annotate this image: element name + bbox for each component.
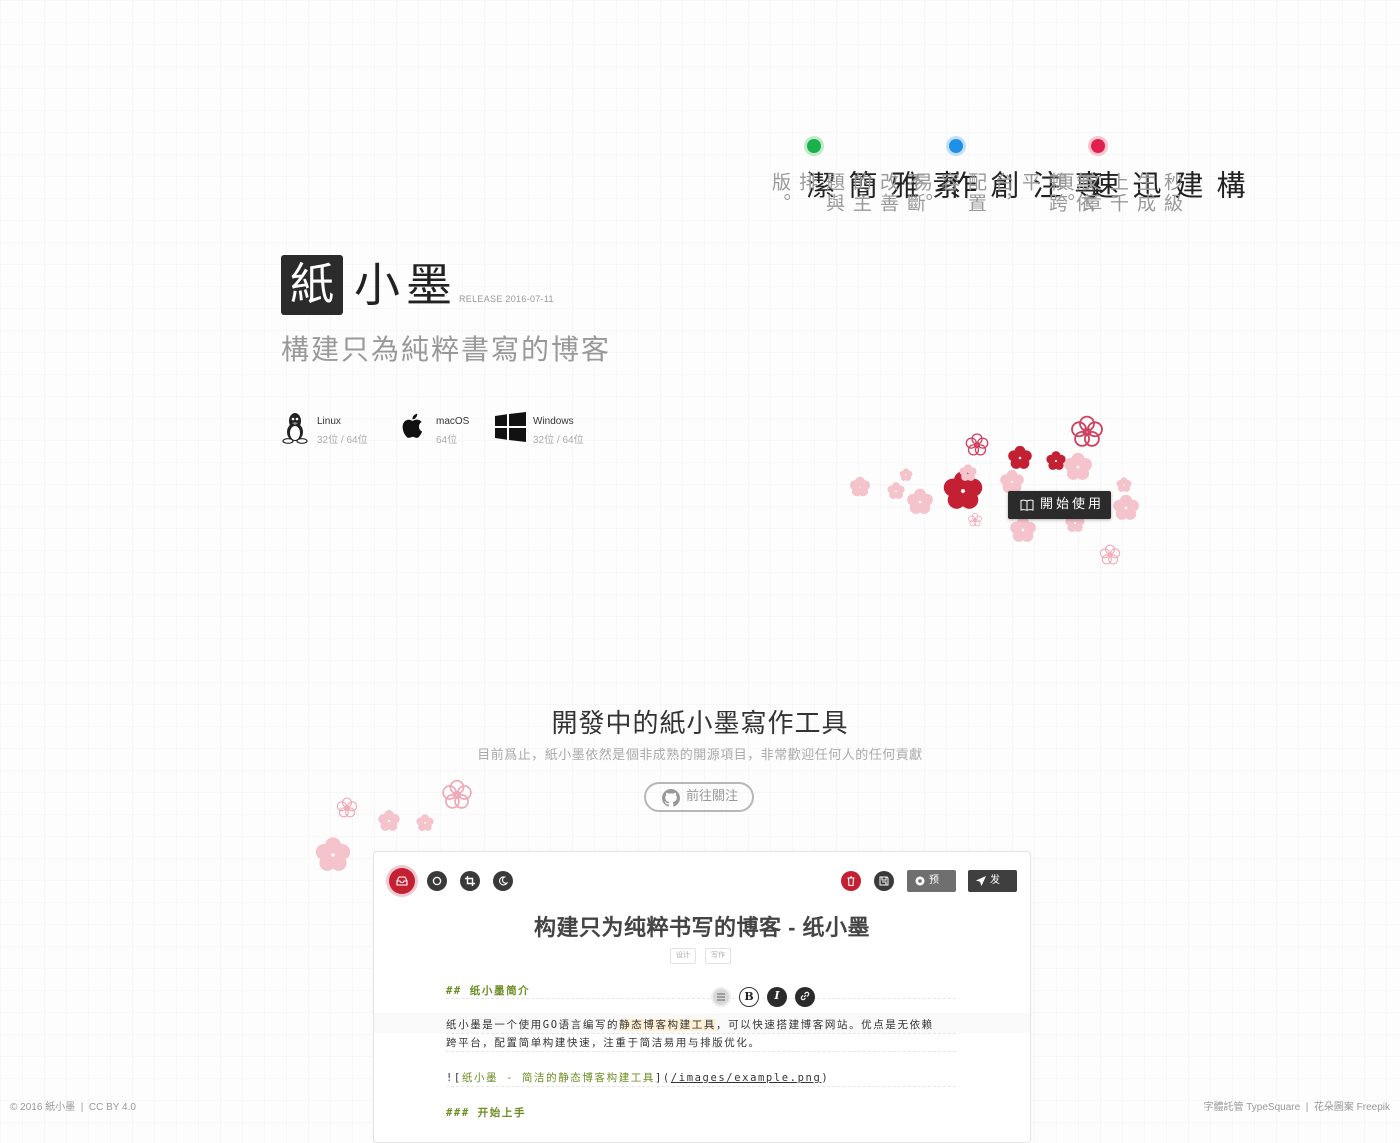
save-icon — [879, 876, 889, 886]
link-icon — [800, 991, 810, 1001]
eye-icon — [915, 876, 925, 886]
feature-desc: 秒級生成上千文章頁。 — [1053, 172, 1183, 214]
publish-button[interactable]: 发布 — [968, 870, 1017, 908]
platform-windows[interactable]: Windows 32位 / 64位 — [495, 408, 597, 448]
circle-icon — [432, 876, 442, 886]
italic-button[interactable]: I — [767, 987, 787, 1007]
line-divider — [446, 1033, 956, 1034]
windows-icon — [495, 412, 526, 442]
start-button[interactable]: 開始使用 — [1008, 491, 1111, 519]
bold-button[interactable]: B — [739, 987, 759, 1007]
follow-button[interactable]: 前往關注 — [644, 782, 754, 812]
circle-button[interactable] — [427, 871, 447, 891]
link-button[interactable] — [795, 987, 815, 1007]
platform-name: Linux — [317, 416, 341, 427]
platform-name: Windows — [533, 416, 574, 427]
footer-copyright: © 2016 紙小墨 | CC BY 4.0 — [10, 1102, 136, 1113]
trash-icon — [847, 876, 855, 886]
platform-bits: 32位 / 64位 — [533, 435, 584, 446]
line-divider — [446, 998, 956, 999]
preview-label: 预览 — [929, 875, 939, 908]
heading-icon — [717, 993, 725, 1001]
moon-icon — [499, 876, 508, 886]
start-button-label: 開始使用 — [1040, 497, 1105, 512]
line-divider — [446, 1051, 956, 1052]
markdown-paragraph-line: 纸小墨是一个使用GO语言编写的静态博客构建工具，可以快速搭建博客网站。优点是无依… — [446, 1019, 934, 1031]
apple-icon — [402, 413, 423, 438]
crop-button[interactable] — [460, 871, 480, 891]
brand-name: 小墨 — [354, 258, 458, 312]
footer-credits: 字體託管 TypeSquare | 花朵圖案 Freepik — [1203, 1102, 1390, 1113]
markdown-image-line: ![纸小墨 - 简洁的静态博客构建工具](/images/example.png… — [446, 1072, 830, 1084]
crop-icon — [465, 876, 475, 886]
sakura-decoration-right — [849, 415, 1139, 565]
night-mode-button[interactable] — [493, 871, 513, 891]
platform-name: macOS — [436, 416, 470, 427]
markdown-heading: ## 纸小墨简介 — [446, 985, 531, 997]
follow-button-label: 前往關注 — [686, 789, 739, 804]
publish-label: 发布 — [990, 875, 1000, 908]
platform-bits: 32位 / 64位 — [317, 435, 368, 446]
github-icon — [662, 789, 680, 807]
highlighted-text: 静态博客构建工具 — [619, 1019, 716, 1031]
inbox-button[interactable] — [389, 868, 415, 894]
save-button[interactable] — [874, 871, 894, 891]
preview-button[interactable]: 预览 — [907, 870, 956, 908]
platform-bits: 64位 — [436, 435, 458, 446]
markdown-heading: ### 开始上手 — [446, 1107, 527, 1119]
inbox-icon — [396, 876, 408, 886]
tag-chip[interactable]: 写作 — [705, 948, 731, 964]
feature-dot — [807, 139, 821, 153]
logo-mark: 紙 — [281, 255, 343, 315]
markdown-paragraph-line: 跨平台，配置简单构建快速，注重于简洁易用与排版优化。 — [446, 1037, 761, 1049]
dev-section-title: 開發中的紙小墨寫作工具 — [551, 709, 849, 739]
line-divider — [446, 1086, 956, 1087]
editor-preview: 预览 发布 构建只为纯粹书写的博客 - 纸小墨 设计 写作 ## 纸小墨简介 B… — [373, 851, 1031, 1143]
linux-icon — [282, 413, 308, 444]
platform-macos[interactable]: macOS 64位 — [400, 408, 480, 448]
book-icon — [1020, 499, 1034, 511]
delete-button[interactable] — [841, 871, 861, 891]
send-icon — [976, 876, 986, 886]
heading-format-button[interactable] — [711, 987, 731, 1007]
document-title: 构建只为纯粹书写的博客 - 纸小墨 — [533, 915, 871, 940]
feature-dot — [1091, 139, 1105, 153]
release-date: RELEASE 2016-07-11 — [459, 294, 554, 304]
platform-linux[interactable]: Linux 32位 / 64位 — [281, 408, 381, 448]
feature-dot — [949, 139, 963, 153]
dev-section-subtitle: 目前爲止，紙小墨依然是個非成熟的開源項目，非常歡迎任何人的任何貢獻 — [477, 748, 923, 763]
feature-desc: 不斷改善的主題與排版。 — [769, 172, 926, 214]
tag-chip[interactable]: 设计 — [670, 948, 696, 964]
tagline: 構建只為純粹書寫的博客 — [281, 333, 612, 366]
